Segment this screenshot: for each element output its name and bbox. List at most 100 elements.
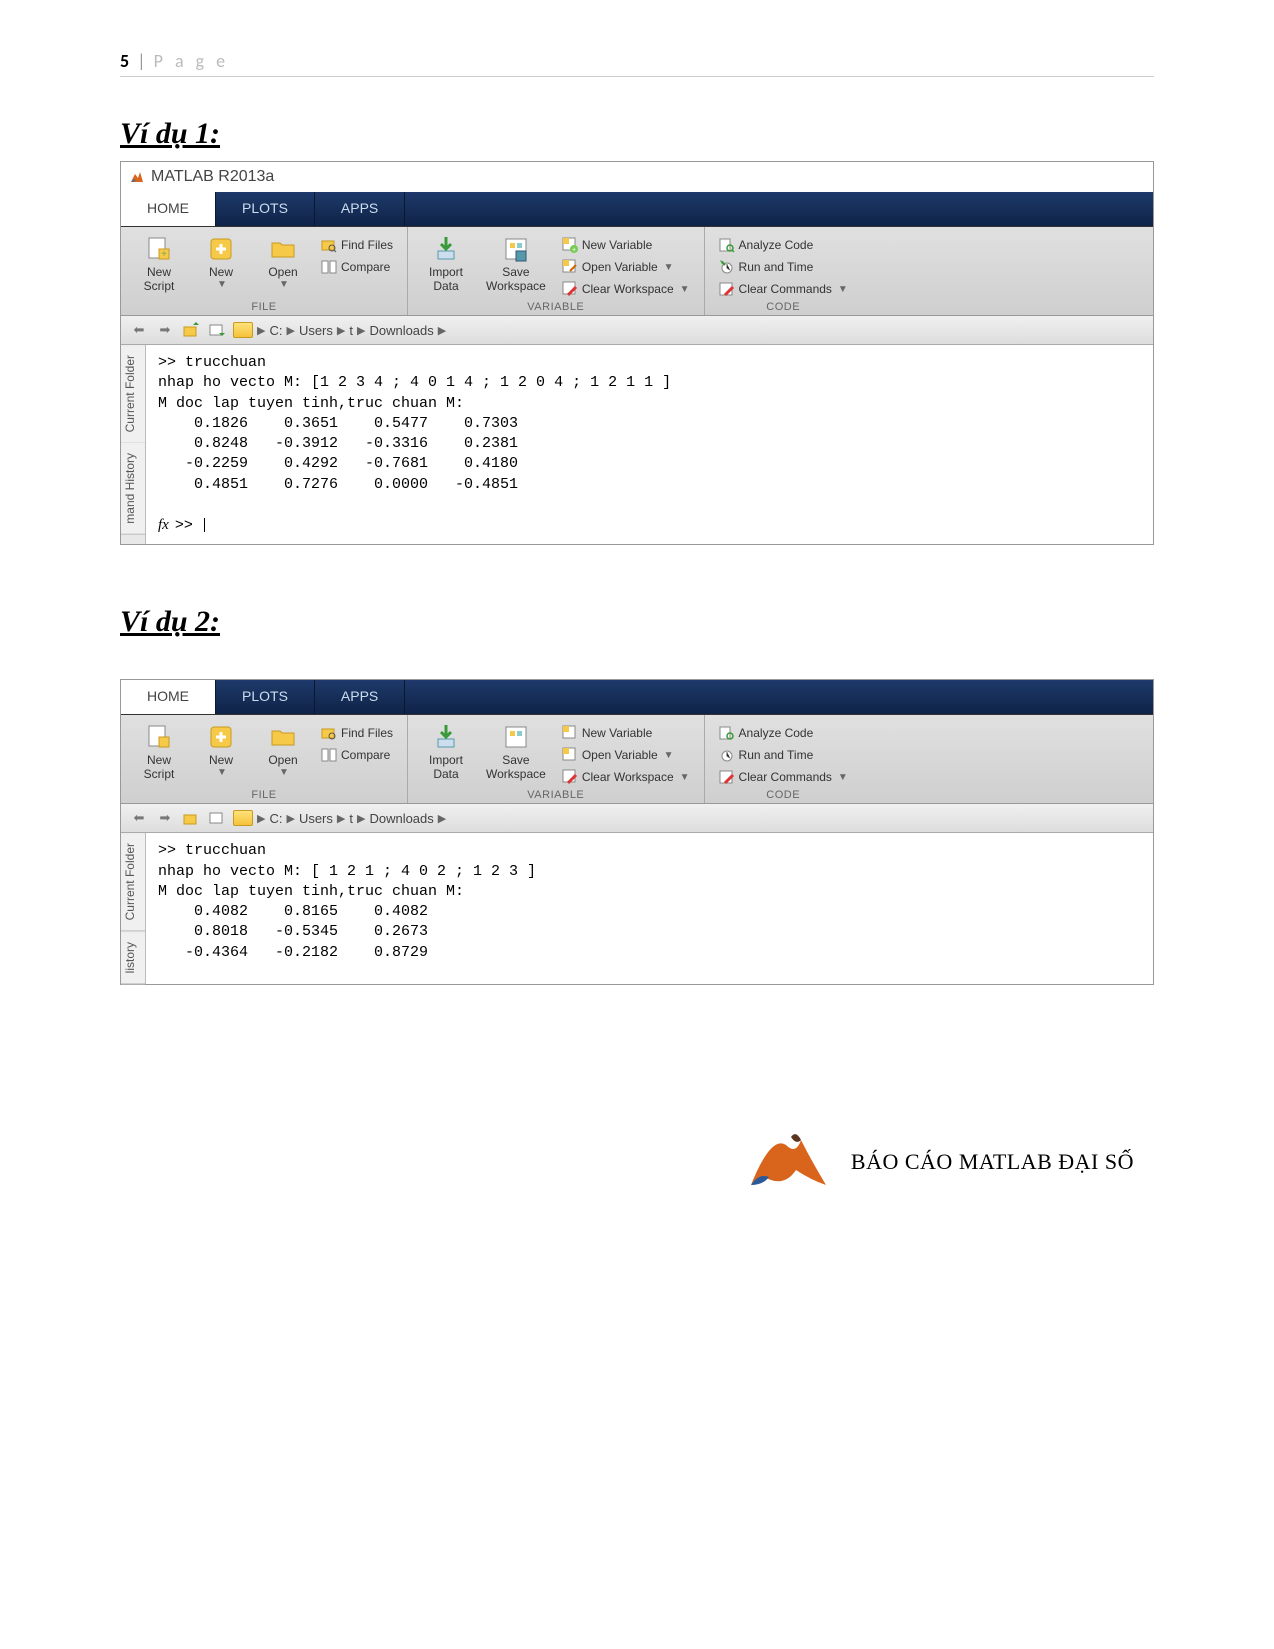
- run-time-icon: [719, 259, 735, 275]
- new-variable-button-2[interactable]: New Variable: [558, 723, 694, 743]
- compare-icon: [321, 259, 337, 275]
- compare-button-2[interactable]: Compare: [317, 745, 397, 765]
- import-data-button-2[interactable]: Import Data: [418, 721, 474, 783]
- import-icon: [432, 235, 460, 263]
- compare-button[interactable]: Compare: [317, 257, 397, 277]
- history-dropdown-button[interactable]: [207, 320, 227, 340]
- open-button[interactable]: Open▼: [255, 233, 311, 292]
- clear-commands-icon: [719, 281, 735, 297]
- new-script-icon: [145, 723, 173, 751]
- tab-plots[interactable]: PLOTS: [216, 192, 315, 226]
- clear-workspace-icon: [562, 769, 578, 785]
- ribbon-group-variable: Import Data Save Workspace + New Variabl…: [408, 227, 705, 315]
- tab-apps-2[interactable]: APPS: [315, 680, 405, 714]
- open-button-2[interactable]: Open▼: [255, 721, 311, 780]
- new-button-2[interactable]: New▼: [193, 721, 249, 780]
- cursor: [204, 518, 205, 532]
- example-1-heading: Ví dụ 1:: [120, 117, 1154, 151]
- folder-icon: [233, 322, 253, 338]
- file-group-label: FILE: [131, 301, 397, 313]
- forward-button-2[interactable]: ➡: [155, 808, 175, 828]
- import-data-button[interactable]: Import Data: [418, 233, 474, 295]
- new-script-button[interactable]: + New Script: [131, 233, 187, 295]
- variable-group-label: VARIABLE: [418, 301, 694, 313]
- open-variable-button[interactable]: Open Variable▼: [558, 257, 694, 277]
- example-2-heading: Ví dụ 2:: [120, 605, 1154, 639]
- matlab-window-1: MATLAB R2013a HOME PLOTS APPS + New Scri…: [120, 161, 1154, 545]
- quick-access-toolbar-2: ⬅ ➡ ▶ C:▶ Users▶ t▶ Downloads▶: [121, 804, 1153, 833]
- analyze-icon: [719, 237, 735, 253]
- breadcrumb[interactable]: ▶ C:▶ Users▶ t▶ Downloads▶: [233, 322, 446, 338]
- current-folder-tab-2[interactable]: Current Folder: [121, 833, 145, 931]
- save-workspace-button[interactable]: Save Workspace: [480, 233, 552, 295]
- run-and-time-button-2[interactable]: Run and Time: [715, 745, 852, 765]
- app-title: MATLAB R2013a: [151, 168, 274, 186]
- command-history-tab-2[interactable]: listory: [121, 932, 145, 984]
- analyze-code-button-2[interactable]: Analyze Code: [715, 723, 852, 743]
- current-folder-tab[interactable]: Current Folder: [121, 345, 145, 443]
- tab-plots-2[interactable]: PLOTS: [216, 680, 315, 714]
- command-window-2[interactable]: >> trucchuan nhap ho vecto M: [ 1 2 1 ; …: [146, 833, 1153, 984]
- tab-home-2[interactable]: HOME: [121, 680, 216, 714]
- save-workspace-icon: [502, 235, 530, 263]
- open-variable-button-2[interactable]: Open Variable▼: [558, 745, 694, 765]
- breadcrumb-2[interactable]: ▶ C:▶ Users▶ t▶ Downloads▶: [233, 810, 446, 826]
- new-script-icon: +: [145, 235, 173, 263]
- run-time-icon: [719, 747, 735, 763]
- new-button[interactable]: New▼: [193, 233, 249, 292]
- back-button[interactable]: ⬅: [129, 320, 149, 340]
- matlab-window-2: HOME PLOTS APPS New Script New▼: [120, 679, 1154, 985]
- analyze-code-button[interactable]: Analyze Code: [715, 235, 852, 255]
- code-group-label: CODE: [715, 301, 852, 313]
- clear-commands-icon: [719, 769, 735, 785]
- page-number: 5: [120, 50, 129, 72]
- up-folder-button-2[interactable]: [181, 808, 201, 828]
- tab-home[interactable]: HOME: [121, 192, 216, 226]
- plus-icon: [207, 723, 235, 751]
- history-dropdown-button-2[interactable]: [207, 808, 227, 828]
- tabstrip: HOME PLOTS APPS: [121, 192, 1153, 227]
- clear-workspace-button-2[interactable]: Clear Workspace▼: [558, 767, 694, 787]
- ribbon: + New Script New▼ Open▼ Find F: [121, 227, 1153, 316]
- footer-text: BÁO CÁO MATLAB ĐẠI SỐ: [851, 1149, 1134, 1175]
- analyze-icon: [719, 725, 735, 741]
- import-icon: [432, 723, 460, 751]
- compare-icon: [321, 747, 337, 763]
- ribbon-group-code-2: Analyze Code Run and Time Clear Commands…: [705, 715, 862, 803]
- run-and-time-button[interactable]: Run and Time: [715, 257, 852, 277]
- svg-text:+: +: [572, 247, 576, 253]
- matlab-logo-icon: [129, 169, 145, 185]
- save-workspace-button-2[interactable]: Save Workspace: [480, 721, 552, 783]
- new-script-button-2[interactable]: New Script: [131, 721, 187, 783]
- folder-open-icon: [269, 723, 297, 751]
- clear-commands-button-2[interactable]: Clear Commands▼: [715, 767, 852, 787]
- back-button-2[interactable]: ⬅: [129, 808, 149, 828]
- open-variable-icon: [562, 747, 578, 763]
- command-history-tab[interactable]: mand History: [121, 443, 145, 535]
- find-files-button-2[interactable]: Find Files: [317, 723, 397, 743]
- new-variable-icon: +: [562, 237, 578, 253]
- find-files-button[interactable]: Find Files: [317, 235, 397, 255]
- open-variable-icon: [562, 259, 578, 275]
- up-folder-button[interactable]: [181, 320, 201, 340]
- svg-text:+: +: [161, 249, 167, 260]
- folder-icon: [233, 810, 253, 826]
- ribbon-group-variable-2: Import Data Save Workspace New Variable: [408, 715, 705, 803]
- clear-commands-button[interactable]: Clear Commands▼: [715, 279, 852, 299]
- clear-workspace-button[interactable]: Clear Workspace▼: [558, 279, 694, 299]
- quick-access-toolbar: ⬅ ➡ ▶ C:▶ Users▶ t▶ Downloads▶: [121, 316, 1153, 345]
- new-variable-button[interactable]: + New Variable: [558, 235, 694, 255]
- search-folder-icon: [321, 725, 337, 741]
- tab-apps[interactable]: APPS: [315, 192, 405, 226]
- clear-workspace-icon: [562, 281, 578, 297]
- ribbon-group-file: + New Script New▼ Open▼ Find F: [121, 227, 408, 315]
- tabstrip-2: HOME PLOTS APPS: [121, 680, 1153, 715]
- command-window[interactable]: >> trucchuan nhap ho vecto M: [1 2 3 4 ;…: [146, 345, 1153, 544]
- forward-button[interactable]: ➡: [155, 320, 175, 340]
- save-workspace-icon: [502, 723, 530, 751]
- page-sep: |: [133, 50, 149, 72]
- fx-icon[interactable]: fx: [158, 517, 169, 533]
- titlebar: MATLAB R2013a: [121, 162, 1153, 192]
- ribbon-group-code: Analyze Code Run and Time Clear Commands…: [705, 227, 862, 315]
- ribbon-group-file-2: New Script New▼ Open▼ Find Files: [121, 715, 408, 803]
